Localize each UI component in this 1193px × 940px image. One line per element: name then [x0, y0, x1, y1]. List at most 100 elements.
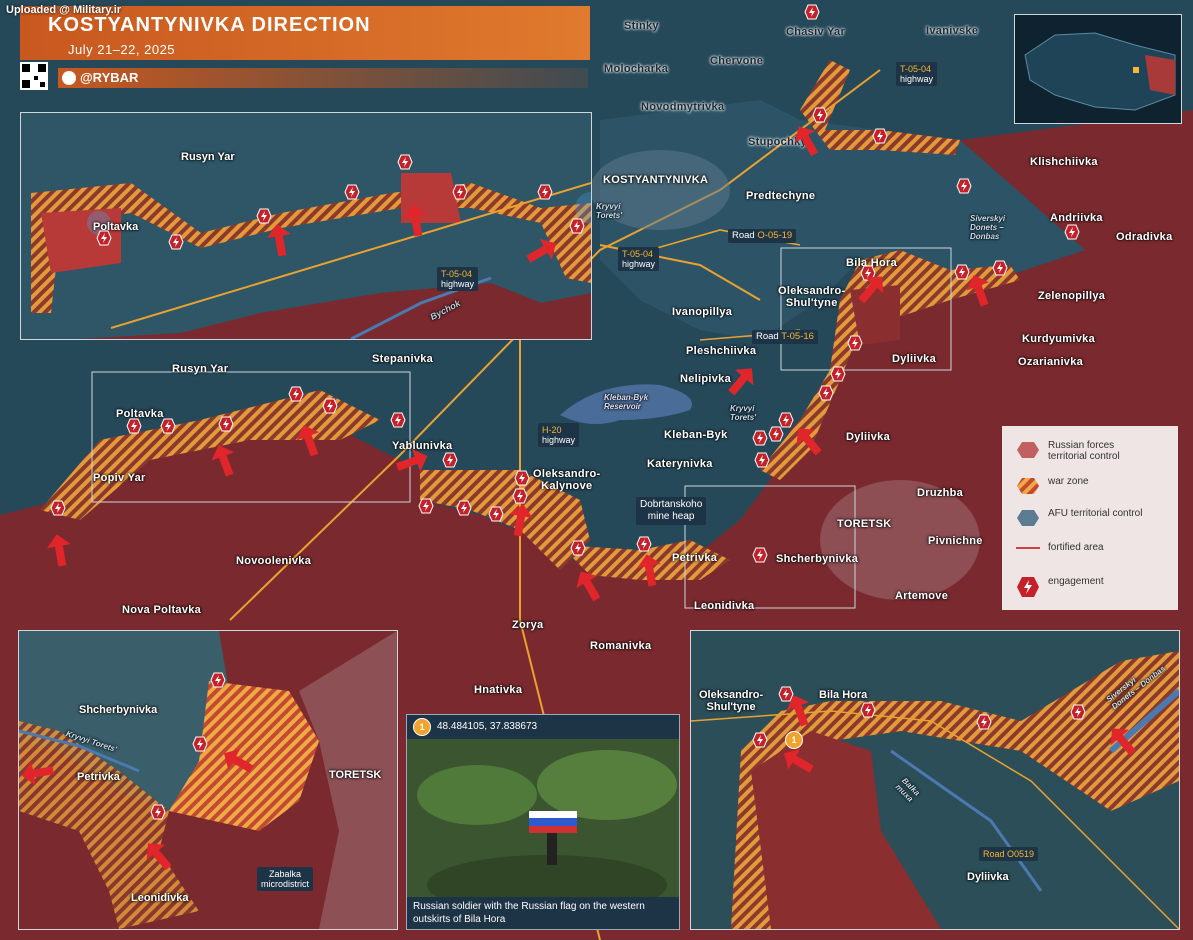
place-andriivka: Andriivka	[1050, 212, 1103, 224]
engagement-icon	[160, 418, 176, 434]
engagement-icon	[397, 154, 413, 170]
place-stepanivka: Stepanivka	[372, 353, 434, 365]
engagement-icon	[872, 128, 888, 144]
photo-coords: 48.484105, 37.838673	[437, 721, 538, 732]
place-leonidivka: Leonidivka	[694, 600, 755, 612]
war-zone-icon	[1017, 478, 1039, 494]
water-siverskyi-donets-donbas: Siverskyi Donets – Donbas	[970, 214, 1006, 241]
engagement-icon	[847, 335, 863, 351]
inset-tl-road-label: T-05-04 highway	[437, 267, 479, 291]
engagement-icon	[1064, 224, 1080, 240]
engagement-icon	[514, 470, 530, 486]
inset-bottom-right: Oleksandro- Shul'tyne Bila Hora Dyliivka…	[690, 630, 1180, 930]
photo-marker-badge: 1	[413, 718, 431, 736]
inset-br-place-bila-hora: Bila Hora	[819, 689, 868, 701]
place-ivanopillya: Ivanopillya	[672, 306, 733, 318]
engagement-icon	[126, 418, 142, 434]
engagement-icon	[512, 488, 528, 504]
russian-control-icon	[1017, 442, 1039, 458]
engagement-icon	[804, 4, 820, 20]
water-kryvyi-torets-north: Kryvyi Torets'	[596, 202, 623, 220]
engagement-icon	[570, 540, 586, 556]
place-molocharka: Molocharka	[604, 63, 669, 75]
engagement-icon	[569, 218, 585, 234]
engagement-icon	[96, 230, 112, 246]
place-ivanivske: Ivanivske	[926, 25, 979, 37]
engagement-icon	[752, 430, 768, 446]
inset-br-place-dyliivka: Dyliivka	[967, 871, 1009, 883]
qr-code-icon	[20, 62, 48, 90]
photo-panel[interactable]: 1 48.484105, 37.838673 Russian soldier w…	[406, 714, 680, 930]
engagement-icon	[830, 366, 846, 382]
place-nova-poltavka: Nova Poltavka	[122, 604, 202, 616]
place-novodmytrivka: Novodmytrivka	[641, 101, 725, 113]
engagement-icon	[344, 184, 360, 200]
map-title: KOSTYANTYNIVKA DIRECTION	[48, 14, 371, 36]
water-kleban-byk-reservoir: Kleban-Byk Reservoir	[604, 393, 649, 411]
engagement-icon	[168, 234, 184, 250]
place-novoolenivka: Novoolenivka	[236, 555, 312, 567]
engagement-icon	[636, 536, 652, 552]
place-dyliivka: Dyliivka	[846, 431, 890, 443]
place-chasiv-yar: Chasiv Yar	[786, 26, 846, 38]
inset-br-place-oleksandro-shultyne: Oleksandro- Shul'tyne	[699, 689, 764, 713]
engagement-icon	[150, 804, 166, 820]
inset-br-road-label: Road O0519	[979, 847, 1039, 861]
brand-bar[interactable]: @RYBAR	[58, 68, 588, 88]
inset-bottom-left: Shcherbynivka Petrivka TORETSK Leonidivk…	[18, 630, 398, 930]
engagement-icon	[288, 386, 304, 402]
map-canvas: Rusyn Yar Poltavka T-05-04 highway Bychok…	[0, 0, 1193, 940]
place-druzhba: Druzhba	[917, 487, 964, 499]
afu-control-icon	[1017, 510, 1039, 526]
place-pivnichne: Pivnichne	[928, 535, 983, 547]
inset-bl-place-shcherbynivka: Shcherbynivka	[79, 704, 158, 716]
engagement-icon	[754, 452, 770, 468]
inset-bl-place-leonidivka: Leonidivka	[131, 892, 189, 904]
place-klishchiivka: Klishchiivka	[1030, 156, 1098, 168]
water-kryvyi-torets-south: Kryvyi Torets'	[730, 404, 757, 422]
engagement-icon	[488, 506, 504, 522]
place-zorya: Zorya	[512, 619, 544, 631]
place-chervone: Chervone	[710, 55, 764, 67]
engagement-icon	[956, 178, 972, 194]
fortified-line-icon	[1016, 547, 1040, 549]
road-label-t0504-center: T-05-04 highway	[618, 247, 660, 271]
inset-bl-place-toretsk: TORETSK	[329, 769, 382, 781]
place-petrivka: Petrivka	[672, 552, 718, 564]
place-hnativka: Hnativka	[474, 684, 523, 696]
engagement-icon	[50, 500, 66, 516]
place-zelenopillya: Zelenopillya	[1038, 290, 1106, 302]
inset-tl-place-rusyn-yar: Rusyn Yar	[181, 151, 235, 163]
place-pleshchiivka: Pleshchiivka	[686, 345, 757, 357]
place-odradivka: Odradivka	[1116, 231, 1173, 243]
inset-bl-place-petrivka: Petrivka	[77, 771, 120, 783]
engagement-icon	[752, 732, 768, 748]
road-label-o0519: Road O-05-19	[728, 229, 797, 243]
legend: Russian forces territorial control war z…	[1002, 426, 1178, 610]
engagement-icon	[860, 702, 876, 718]
road-label-h20: H-20 highway	[538, 423, 580, 447]
engagement-icon	[322, 398, 338, 414]
photo-coords-bar: 1 48.484105, 37.838673	[407, 715, 679, 739]
inset-bl-zabalka: Zabalka microdistrict	[257, 867, 314, 891]
road-label-t0516: Road T-05-16	[752, 330, 818, 344]
place-romanivka: Romanivka	[590, 640, 652, 652]
engagement-icon	[768, 426, 784, 442]
upload-watermark: Uploaded @ Military.ir	[6, 4, 122, 16]
place-predtechyne: Predtechyne	[746, 190, 816, 202]
place-artemove: Artemove	[895, 590, 949, 602]
engagement-icon	[778, 412, 794, 428]
engagement-icon	[537, 184, 553, 200]
place-oleksandro-kalynove: Oleksandro- Kalynove	[533, 468, 601, 492]
engagement-icon	[210, 672, 226, 688]
brand-handle: @RYBAR	[80, 70, 139, 85]
photo-caption: Russian soldier with the Russian flag on…	[413, 901, 645, 925]
engagement-icon	[452, 184, 468, 200]
engagement-icon	[442, 452, 458, 468]
engagement-icon	[992, 260, 1008, 276]
overview-map	[1014, 14, 1182, 124]
place-oleksandro-shultyne: Oleksandro- Shul'tyne	[778, 285, 846, 309]
map-date: July 21–22, 2025	[68, 42, 176, 57]
place-ozarianivka: Ozarianivka	[1018, 356, 1084, 368]
engagement-icon	[976, 714, 992, 730]
